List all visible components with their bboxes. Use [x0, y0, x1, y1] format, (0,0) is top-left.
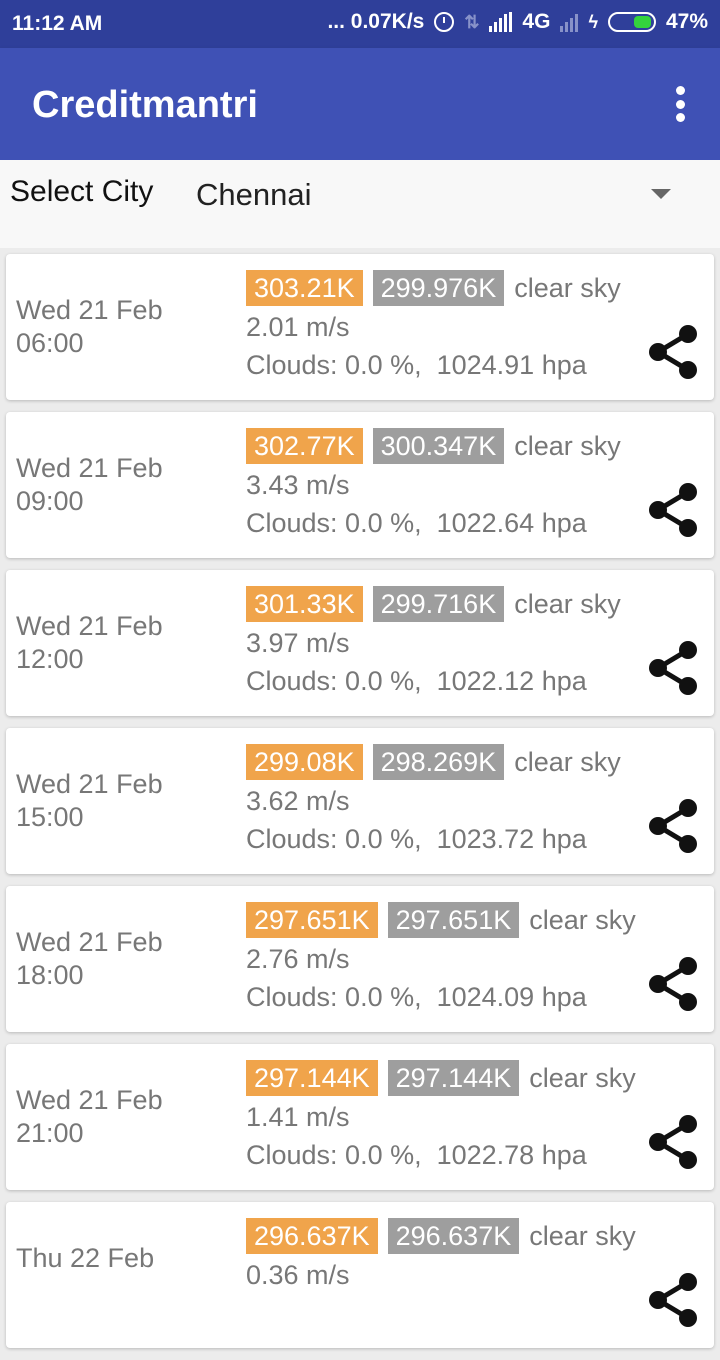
forecast-datetime: Wed 21 Feb 15:00: [16, 768, 236, 834]
status-icons: ... 0.07K/s ⇅ 4G ϟ 47%: [327, 10, 708, 34]
clouds-pressure: Clouds: 0.0 %, 1024.91 hpa: [246, 350, 587, 380]
signal-icon: [489, 12, 513, 32]
forecast-datetime: Wed 21 Feb 21:00: [16, 1084, 236, 1150]
battery-percent: 47%: [665, 10, 708, 33]
wind-speed: 3.43 m/s: [246, 470, 350, 500]
app-bar: Creditmantri: [0, 48, 720, 160]
forecast-datetime: Thu 22 Feb: [16, 1242, 236, 1275]
temp-max-badge: 302.77K: [246, 428, 363, 464]
forecast-datetime: Wed 21 Feb 06:00: [16, 294, 236, 360]
weather-description: clear sky: [514, 430, 621, 461]
clouds-pressure: Clouds: 0.0 %, 1023.72 hpa: [246, 824, 587, 854]
temperature-row: 303.21K 299.976K clear sky: [246, 270, 621, 306]
temp-min-badge: 298.269K: [372, 744, 505, 780]
temperature-row: 301.33K 299.716K clear sky: [246, 586, 621, 622]
forecast-card[interactable]: Thu 22 Feb 296.637K 296.637K clear sky 0…: [6, 1202, 714, 1348]
app-title: Creditmantri: [32, 84, 258, 126]
temperature-row: 302.77K 300.347K clear sky: [246, 428, 621, 464]
wind-speed: 2.76 m/s: [246, 944, 350, 974]
share-icon[interactable]: [646, 798, 700, 854]
temp-min-badge: 299.976K: [372, 270, 505, 306]
more-vert-icon[interactable]: [676, 86, 686, 122]
forecast-card[interactable]: Wed 21 Feb 09:00 302.77K 300.347K clear …: [6, 412, 714, 558]
temp-min-badge: 299.716K: [372, 586, 505, 622]
weather-description: clear sky: [514, 588, 621, 619]
weather-description: clear sky: [514, 272, 621, 303]
temp-min-badge: 297.651K: [387, 902, 520, 938]
temp-max-badge: 303.21K: [246, 270, 363, 306]
forecast-date: Thu 22 Feb: [16, 1243, 155, 1273]
temp-max-badge: 297.144K: [246, 1060, 378, 1096]
wind-speed: 0.36 m/s: [246, 1260, 350, 1290]
weather-description: clear sky: [514, 746, 621, 777]
wind-speed: 3.97 m/s: [246, 628, 350, 658]
forecast-time: 18:00: [16, 960, 84, 990]
share-icon[interactable]: [646, 640, 700, 696]
forecast-time: 15:00: [16, 802, 84, 832]
data-arrows-icon: ⇅: [464, 11, 480, 32]
alarm-icon: [434, 12, 455, 32]
share-icon[interactable]: [646, 482, 700, 538]
signal-sim2-icon: [560, 12, 579, 32]
temp-min-badge: 296.637K: [387, 1218, 520, 1254]
forecast-time: 21:00: [16, 1118, 84, 1148]
forecast-date: Wed 21 Feb: [16, 1085, 163, 1115]
weather-description: clear sky: [529, 904, 636, 935]
network-type: 4G: [522, 10, 551, 33]
temp-max-badge: 299.08K: [246, 744, 363, 780]
forecast-card[interactable]: Wed 21 Feb 12:00 301.33K 299.716K clear …: [6, 570, 714, 716]
forecast-date: Wed 21 Feb: [16, 453, 163, 483]
battery-icon: [607, 12, 656, 32]
forecast-time: 12:00: [16, 644, 84, 674]
charging-icon: ϟ: [588, 11, 598, 32]
forecast-card[interactable]: Wed 21 Feb 21:00 297.144K 297.144K clear…: [6, 1044, 714, 1190]
share-icon[interactable]: [646, 956, 700, 1012]
share-icon[interactable]: [646, 1114, 700, 1170]
status-bar: 11:12 AM ... 0.07K/s ⇅ 4G ϟ 47%: [0, 0, 720, 48]
temp-max-badge: 296.637K: [246, 1218, 378, 1254]
dropdown-arrow-icon[interactable]: [651, 189, 671, 199]
forecast-card[interactable]: Wed 21 Feb 06:00 303.21K 299.976K clear …: [6, 254, 714, 400]
city-selector-row: Select City Chennai: [0, 160, 720, 248]
clouds-pressure: Clouds: 0.0 %, 1022.64 hpa: [246, 508, 587, 538]
weather-description: clear sky: [529, 1062, 636, 1093]
status-time: 11:12 AM: [12, 12, 103, 35]
temperature-row: 296.637K 296.637K clear sky: [246, 1218, 636, 1254]
temp-min-badge: 297.144K: [387, 1060, 520, 1096]
forecast-time: 09:00: [16, 486, 84, 516]
temperature-row: 297.651K 297.651K clear sky: [246, 902, 636, 938]
forecast-date: Wed 21 Feb: [16, 927, 163, 957]
net-speed: ... 0.07K/s: [327, 10, 425, 33]
temperature-row: 299.08K 298.269K clear sky: [246, 744, 621, 780]
forecast-datetime: Wed 21 Feb 18:00: [16, 926, 236, 992]
wind-speed: 1.41 m/s: [246, 1102, 350, 1132]
forecast-card[interactable]: Wed 21 Feb 15:00 299.08K 298.269K clear …: [6, 728, 714, 874]
city-label: Select City: [10, 175, 154, 208]
forecast-datetime: Wed 21 Feb 09:00: [16, 452, 236, 518]
share-icon[interactable]: [646, 1272, 700, 1328]
temp-min-badge: 300.347K: [372, 428, 505, 464]
wind-speed: 3.62 m/s: [246, 786, 350, 816]
temperature-row: 297.144K 297.144K clear sky: [246, 1060, 636, 1096]
forecast-date: Wed 21 Feb: [16, 769, 163, 799]
forecast-time: 06:00: [16, 328, 84, 358]
temp-max-badge: 301.33K: [246, 586, 363, 622]
clouds-pressure: Clouds: 0.0 %, 1024.09 hpa: [246, 982, 587, 1012]
forecast-list[interactable]: Wed 21 Feb 06:00 303.21K 299.976K clear …: [0, 254, 720, 1360]
clouds-pressure: Clouds: 0.0 %, 1022.12 hpa: [246, 666, 587, 696]
forecast-datetime: Wed 21 Feb 12:00: [16, 610, 236, 676]
share-icon[interactable]: [646, 324, 700, 380]
forecast-date: Wed 21 Feb: [16, 295, 163, 325]
temp-max-badge: 297.651K: [246, 902, 378, 938]
wind-speed: 2.01 m/s: [246, 312, 350, 342]
forecast-date: Wed 21 Feb: [16, 611, 163, 641]
forecast-card[interactable]: Wed 21 Feb 18:00 297.651K 297.651K clear…: [6, 886, 714, 1032]
clouds-pressure: Clouds: 0.0 %, 1022.78 hpa: [246, 1140, 587, 1170]
weather-description: clear sky: [529, 1220, 636, 1251]
city-dropdown[interactable]: Chennai: [196, 177, 311, 213]
